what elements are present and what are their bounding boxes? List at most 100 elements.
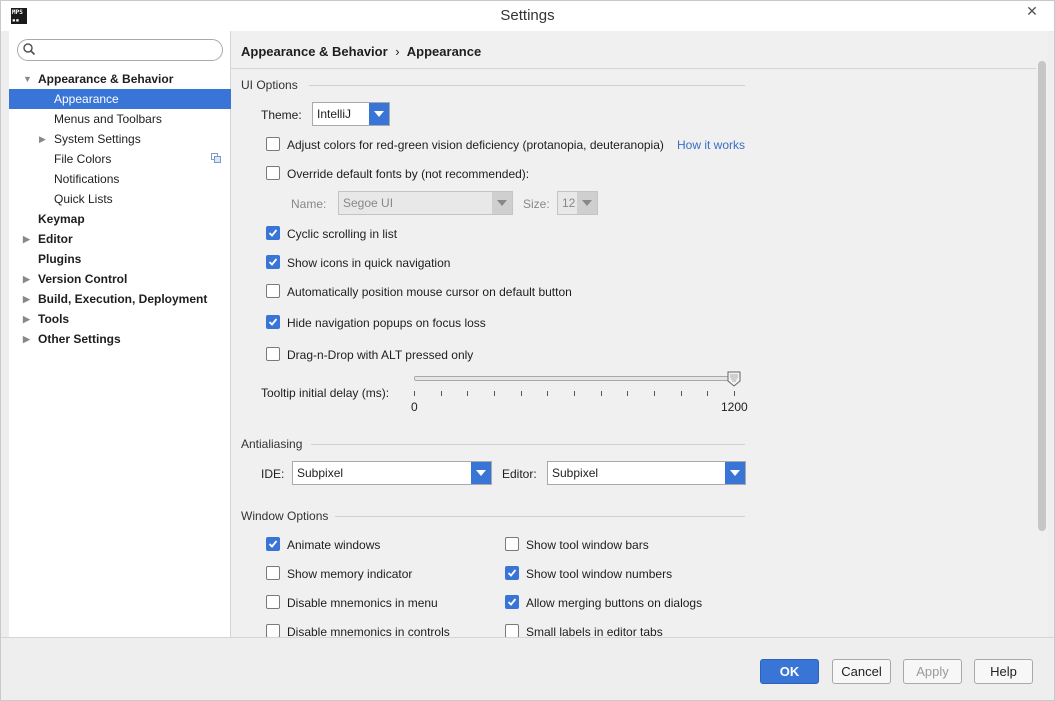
editor-antialiasing-dropdown[interactable]: Subpixel [547,461,746,485]
project-scope-icon [211,153,221,163]
slider-tick [521,391,522,396]
content-scrollbar[interactable] [1036,31,1048,637]
dialog-footer: OK Cancel Apply Help [1,637,1054,700]
editor-aa-label: Editor: [502,467,537,481]
ok-button[interactable]: OK [760,659,819,684]
breadcrumb-separator: › [395,44,400,59]
window-option-checkbox[interactable] [266,537,280,551]
drag-drop-alt-checkbox[interactable] [266,347,280,361]
close-icon[interactable]: ✕ [1016,1,1048,23]
override-fonts-checkbox[interactable] [266,166,280,180]
sidebar-item-appearance-behavior[interactable]: ▼ Appearance & Behavior [9,69,231,89]
settings-window: MPS ▪▪ Settings ✕ ▼ Appearance & Behavio… [0,0,1055,701]
sidebar-item-appearance[interactable]: Appearance [9,89,231,109]
window-option-label: Allow merging buttons on dialogs [526,596,703,610]
section-divider [311,444,745,445]
slider-tick [467,391,468,396]
slider-tick [547,391,548,396]
search-input[interactable] [17,39,223,61]
settings-tree: ▼ Appearance & Behavior Appearance Menus… [9,31,231,637]
auto-cursor-checkbox[interactable] [266,284,280,298]
font-size-label: Size: [523,197,550,211]
sidebar-item-menus-toolbars[interactable]: Menus and Toolbars [9,109,231,129]
collapsed-arrow-icon: ▶ [23,334,30,344]
window-option-label: Show tool window numbers [526,567,673,581]
title-bar: MPS ▪▪ Settings ✕ [1,1,1054,31]
tooltip-delay-label: Tooltip initial delay (ms): [261,386,390,400]
theme-dropdown[interactable]: IntelliJ [312,102,390,126]
window-option-label: Show memory indicator [287,567,413,581]
drag-drop-alt-label: Drag-n-Drop with ALT pressed only [287,348,474,362]
slider-tick [681,391,682,396]
slider-tick [627,391,628,396]
slider-tick [414,391,415,396]
slider-tick [601,391,602,396]
font-size-dropdown[interactable]: 12 [557,191,598,215]
sidebar-item-editor[interactable]: ▶ Editor [9,229,231,249]
sidebar-item-keymap[interactable]: Keymap [9,209,231,229]
collapsed-arrow-icon: ▶ [23,274,30,284]
ide-antialiasing-dropdown[interactable]: Subpixel [292,461,492,485]
window-option-checkbox[interactable] [266,566,280,580]
section-antialiasing: Antialiasing [241,437,303,451]
chevron-down-icon [471,462,491,484]
slider-tick [707,391,708,396]
collapsed-arrow-icon: ▶ [23,294,30,304]
window-option-checkbox[interactable] [505,595,519,609]
font-name-label: Name: [291,197,327,211]
apply-button[interactable]: Apply [903,659,962,684]
adjust-colors-checkbox[interactable] [266,137,280,151]
window-title: Settings [500,7,555,24]
hide-nav-popups-checkbox[interactable] [266,315,280,329]
window-option-checkbox[interactable] [505,566,519,580]
sidebar-item-build[interactable]: ▶ Build, Execution, Deployment [9,289,231,309]
window-option-label: Disable mnemonics in menu [287,596,438,610]
sidebar-item-plugins[interactable]: Plugins [9,249,231,269]
slider-tick [654,391,655,396]
ide-aa-label: IDE: [261,467,285,481]
window-option-checkbox[interactable] [505,624,519,638]
window-option-checkbox[interactable] [266,624,280,638]
chevron-down-icon [725,462,745,484]
window-option-label: Animate windows [287,538,381,552]
cyclic-scrolling-checkbox[interactable] [266,226,280,240]
chevron-down-icon [369,103,389,125]
sidebar-item-version-control[interactable]: ▶ Version Control [9,269,231,289]
sidebar-item-file-colors[interactable]: File Colors [9,149,231,169]
theme-label: Theme: [261,108,302,122]
window-option-checkbox[interactable] [505,537,519,551]
sidebar-item-quick-lists[interactable]: Quick Lists [9,189,231,209]
show-icons-nav-label: Show icons in quick navigation [287,256,451,270]
section-divider [335,516,745,517]
tooltip-max-label: 1200 [721,400,748,414]
how-it-works-link[interactable]: How it works [677,138,745,152]
scroll-thumb[interactable] [1038,61,1046,531]
hide-nav-popups-label: Hide navigation popups on focus loss [287,316,486,330]
breadcrumb: Appearance & Behavior › Appearance [241,44,481,59]
tooltip-delay-slider[interactable] [414,376,734,381]
sidebar-item-notifications[interactable]: Notifications [9,169,231,189]
window-option-checkbox[interactable] [266,595,280,609]
help-button[interactable]: Help [974,659,1033,684]
collapsed-arrow-icon: ▶ [39,134,46,144]
cyclic-scrolling-label: Cyclic scrolling in list [287,227,398,241]
slider-tick [441,391,442,396]
slider-tick [574,391,575,396]
section-window-options: Window Options [241,509,329,523]
cancel-button[interactable]: Cancel [832,659,891,684]
section-ui-options: UI Options [241,78,298,92]
slider-thumb[interactable] [727,371,741,387]
expanded-arrow-icon: ▼ [23,74,32,84]
sidebar-item-tools[interactable]: ▶ Tools [9,309,231,329]
sidebar-item-other-settings[interactable]: ▶ Other Settings [9,329,231,349]
search-icon [23,43,35,55]
breadcrumb-current: Appearance [406,44,482,59]
show-icons-nav-checkbox[interactable] [266,255,280,269]
slider-tick [494,391,495,396]
breadcrumb-parent: Appearance & Behavior [241,44,388,59]
sidebar-item-system-settings[interactable]: ▶ System Settings [9,129,231,149]
override-fonts-label: Override default fonts by (not recommend… [287,167,530,181]
slider-tick [734,391,735,396]
font-name-dropdown[interactable]: Segoe UI [338,191,513,215]
section-divider [309,85,745,86]
